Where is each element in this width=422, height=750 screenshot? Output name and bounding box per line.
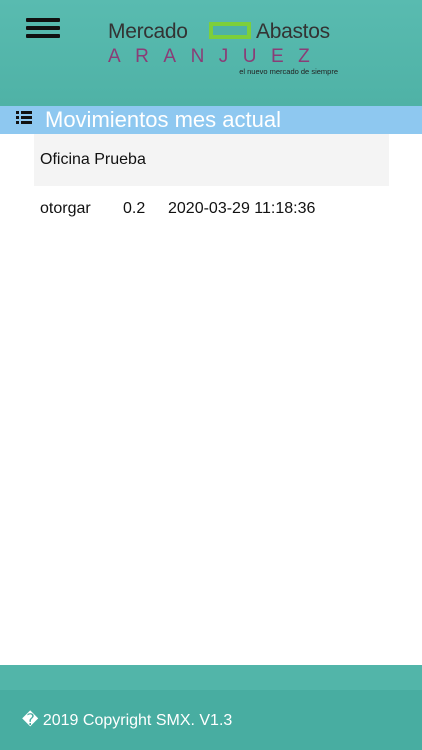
section-title: Movimientos mes actual [45,107,281,132]
logo-word-left: Mercado [108,20,188,43]
account-header: Oficina Prueba [34,134,389,186]
list-icon [16,111,32,125]
logo-city: ARANJUEZ [108,46,325,67]
movement-amount: 0.2 [123,200,146,217]
footer-band [0,665,422,690]
app-header: Mercado Abastos ARANJUEZ el nuevo mercad… [0,0,422,106]
footer: � 2019 Copyright SMX. V1.3 [0,690,422,750]
account-name: Oficina Prueba [40,151,146,168]
copyright-text: � 2019 Copyright SMX. V1.3 [22,712,233,729]
logo-box-icon [209,22,251,39]
logo: Mercado Abastos ARANJUEZ el nuevo mercad… [108,20,340,80]
movement-datetime: 2020-03-29 11:18:36 [168,200,316,217]
movement-type: otorgar [40,200,91,217]
logo-word-right: Abastos [256,20,330,43]
hamburger-menu-icon[interactable] [26,18,60,46]
logo-tagline: el nuevo mercado de siempre [239,67,338,76]
section-header: Movimientos mes actual [0,106,422,134]
